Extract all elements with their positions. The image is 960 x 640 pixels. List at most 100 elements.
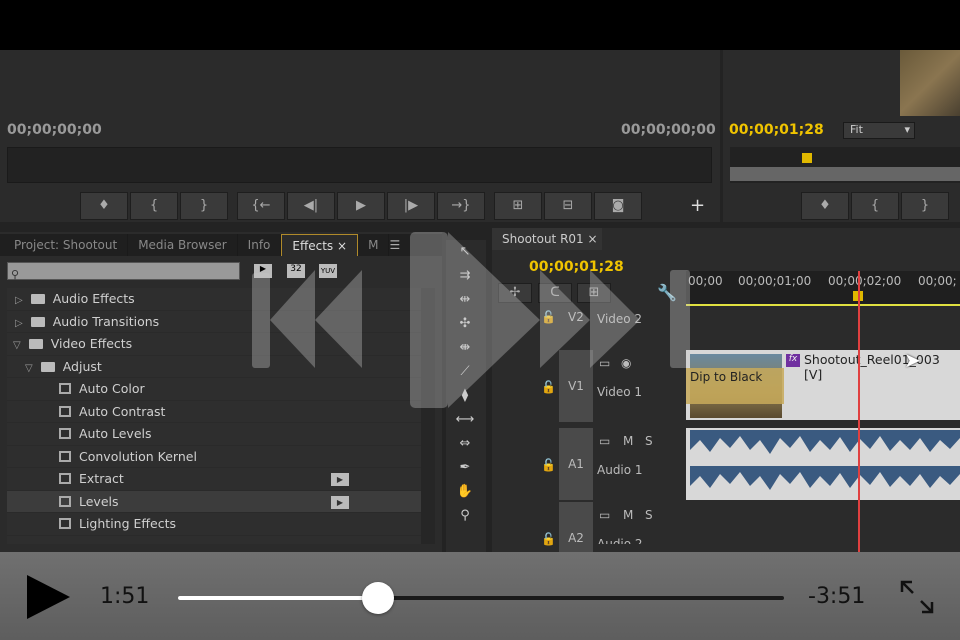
hand-tool-icon[interactable]: ✋ xyxy=(454,484,476,504)
source-monitor: 00;00;00;00 00;00;00;00 ♦ { } {← ◀| ▶ |▶… xyxy=(0,50,720,222)
effects-search-input[interactable]: ⚲ xyxy=(7,262,240,281)
track-header-a1: 🔓 A1 ▭ M S Audio 1 xyxy=(537,428,685,500)
audio-waveform xyxy=(690,430,960,498)
program-mark-out-button[interactable]: } xyxy=(901,192,949,220)
track-id[interactable]: A2 xyxy=(559,502,593,552)
add-button-icon[interactable]: + xyxy=(690,195,705,216)
program-video-thumbnail xyxy=(900,50,960,116)
search-icon: ⚲ xyxy=(11,268,20,281)
mouse-cursor-icon: ➤ xyxy=(904,348,921,372)
track-name: Audio 2 xyxy=(597,537,643,551)
zoom-dropdown[interactable]: Fit ▾ xyxy=(843,122,915,139)
tab-media-browser[interactable]: Media Browser xyxy=(128,234,238,256)
video-frame[interactable]: 00;00;00;00 00;00;00;00 ♦ { } {← ◀| ▶ |▶… xyxy=(0,50,960,552)
source-scrubber[interactable] xyxy=(7,147,712,183)
overwrite-button[interactable]: ⊟ xyxy=(544,192,592,220)
program-scrubber[interactable] xyxy=(730,147,960,183)
program-marker-button[interactable]: ♦ xyxy=(801,192,849,220)
effect-auto-levels[interactable]: Auto Levels xyxy=(7,423,421,446)
effect-icon xyxy=(59,473,71,484)
expand-icon[interactable]: ▷ xyxy=(15,295,23,306)
slide-tool-2-icon[interactable]: ⇔ xyxy=(454,436,476,456)
effect-levels[interactable]: Levels ▶ xyxy=(7,490,421,513)
seek-progress xyxy=(178,596,378,600)
solo-button[interactable]: S xyxy=(645,508,653,522)
solo-button[interactable]: S xyxy=(645,434,653,448)
effect-icon xyxy=(59,405,71,417)
effect-icon xyxy=(59,428,71,439)
ruler-label: 00;00; xyxy=(918,274,957,288)
accelerated-icon: ▶ xyxy=(331,473,349,486)
folder-icon xyxy=(40,361,55,372)
effect-lighting-effects[interactable]: Lighting Effects xyxy=(7,513,421,536)
track-header-a2: 🔓 A2 ▭ M S Audio 2 xyxy=(537,502,685,552)
expand-icon[interactable]: ▷ xyxy=(15,318,23,329)
effect-convolution-kernel[interactable]: Convolution Kernel xyxy=(7,446,421,468)
accelerated-icon: ▶ xyxy=(331,495,349,509)
ruler-label: 00;00;01;00 xyxy=(738,274,812,288)
collapse-icon[interactable]: ▽ xyxy=(25,363,33,374)
clip-name: Shootout_Reel01_003 [V] xyxy=(804,352,940,382)
fx-badge: fx xyxy=(786,354,800,367)
track-name: Audio 1 xyxy=(597,463,643,477)
mute-button[interactable]: M xyxy=(623,508,633,522)
fast-forward-bar-icon[interactable] xyxy=(670,270,690,368)
video-overlay-controls xyxy=(252,232,690,408)
step-back-button[interactable]: ◀| xyxy=(287,192,335,220)
elapsed-time: 1:51 xyxy=(100,584,150,609)
item-label: Convolution Kernel xyxy=(79,448,197,464)
speaker-icon[interactable]: ▭ xyxy=(599,434,610,448)
item-label: Auto Levels xyxy=(79,426,152,441)
zoom-value: Fit xyxy=(850,123,863,136)
track-id[interactable]: A1 xyxy=(559,428,593,500)
effect-icon xyxy=(59,518,71,529)
lock-icon[interactable]: 🔓 xyxy=(541,532,556,546)
mark-out-button[interactable]: } xyxy=(180,192,228,220)
fullscreen-icon[interactable] xyxy=(900,580,934,614)
item-label: Adjust xyxy=(62,358,102,374)
folder-icon xyxy=(30,316,45,327)
insert-button[interactable]: ⊞ xyxy=(494,192,542,220)
lock-icon[interactable]: 🔓 xyxy=(541,458,556,472)
fast-forward-icon[interactable] xyxy=(590,270,640,368)
effect-icon xyxy=(59,450,71,462)
audio-clip[interactable] xyxy=(686,428,960,500)
go-to-in-button[interactable]: {← xyxy=(237,192,285,220)
time-ruler[interactable]: 00;00 00;00;01;00 00;00;02;00 00;00; xyxy=(686,271,960,306)
item-label: Auto Contrast xyxy=(79,403,166,419)
step-forward-button[interactable]: |▶ xyxy=(387,192,435,220)
effect-extract[interactable]: Extract ▶ xyxy=(7,468,421,491)
playhead-line xyxy=(858,271,860,552)
zoom-tool-icon[interactable]: ⚲ xyxy=(454,508,476,528)
tab-project[interactable]: Project: Shootout xyxy=(0,234,129,256)
rewind-bar-icon[interactable] xyxy=(252,273,270,368)
collapse-icon[interactable]: ▽ xyxy=(13,340,21,351)
item-label: Audio Transitions xyxy=(52,313,160,329)
seek-thumb[interactable] xyxy=(361,582,394,614)
program-timecode: 00;00;01;28 xyxy=(729,122,824,138)
ruler-label: 00;00;02;00 xyxy=(828,274,902,288)
play-button[interactable]: ▶ xyxy=(337,192,385,220)
play-overlay-icon[interactable] xyxy=(410,232,448,408)
source-timecode-out: 00;00;00;00 xyxy=(621,122,716,138)
item-label: Auto Color xyxy=(79,381,145,396)
program-monitor: 00;00;01;28 Fit ▾ ♦ { } xyxy=(723,50,960,222)
seek-bar[interactable] xyxy=(178,582,784,614)
slide-tool-icon[interactable]: ⟷ xyxy=(454,412,476,432)
pen-tool-icon[interactable]: ✒ xyxy=(454,460,476,480)
speaker-icon[interactable]: ▭ xyxy=(599,508,610,522)
go-to-out-button[interactable]: →} xyxy=(437,192,485,220)
mute-button[interactable]: M xyxy=(623,434,633,448)
rewind-icon[interactable] xyxy=(270,270,362,368)
player-controls: 1:51 -3:51 xyxy=(0,552,960,640)
playhead-icon[interactable] xyxy=(802,153,812,163)
marker-button[interactable]: ♦ xyxy=(80,192,128,220)
program-mark-in-button[interactable]: { xyxy=(851,192,899,220)
play-icon[interactable] xyxy=(27,575,71,619)
item-label: Extract xyxy=(79,471,124,486)
item-label: Audio Effects xyxy=(52,291,135,306)
item-label: Levels xyxy=(79,493,119,509)
mark-in-button[interactable]: { xyxy=(130,192,178,220)
export-frame-button[interactable]: ◙ xyxy=(594,192,642,220)
item-label: Video Effects xyxy=(50,336,133,351)
